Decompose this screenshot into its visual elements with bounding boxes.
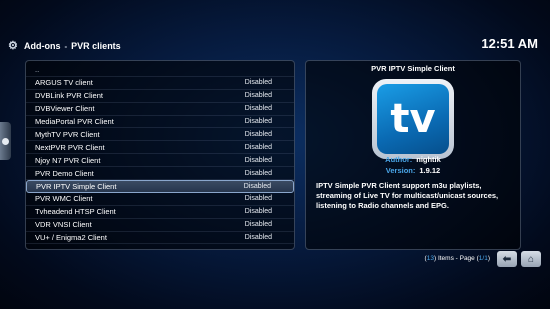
addon-name: VDR VNSI Client (35, 220, 92, 230)
addon-detail-panel: PVR IPTV Simple Client tv Author: nighti… (305, 60, 521, 250)
addon-list-item[interactable]: PVR Demo Client Disabled (26, 167, 294, 181)
addon-name: MediaPortal PVR Client (35, 117, 114, 126)
addon-name: DVBViewer Client (35, 104, 95, 114)
addon-description: IPTV Simple PVR Client support m3u playl… (316, 181, 499, 210)
addon-name: Tvheadend HTSP Client (35, 207, 116, 217)
addon-list-item[interactable]: ARGUS TV client Disabled (26, 77, 294, 90)
addon-status: Disabled (244, 169, 272, 177)
addon-name: ARGUS TV client (35, 78, 93, 88)
addon-status: Disabled (243, 182, 271, 190)
addon-name: PVR WMC Client (35, 194, 93, 204)
version-line: Version: 1.9.12 (306, 166, 520, 177)
items-page-label: Items - Page (437, 255, 475, 262)
addon-list: .. ARGUS TV client Disabled DVBLink PVR Cl… (25, 60, 295, 250)
addon-status: Disabled (244, 79, 272, 87)
addon-status: Disabled (244, 105, 272, 113)
item-count-number: 13 (426, 255, 434, 262)
addon-status: Disabled (244, 208, 272, 216)
home-icon: ⌂ (527, 253, 535, 265)
back-button[interactable]: ⬅ (497, 251, 517, 267)
tv-icon: tv (372, 79, 454, 159)
addon-list-item[interactable]: MediaPortal PVR Client Disabled (26, 116, 294, 129)
addon-status: Disabled (244, 234, 272, 242)
addon-status: Disabled (244, 92, 272, 100)
addon-list-item[interactable]: Tvheadend HTSP Client Disabled (26, 206, 294, 219)
addon-status: Disabled (244, 118, 272, 125)
addon-list-item[interactable]: DVBViewer Client Disabled (26, 103, 294, 116)
addon-list-item[interactable]: NextPVR PVR Client Disabled (26, 141, 294, 155)
addon-list-item[interactable]: VU+ / Enigma2 Client Disabled (26, 232, 294, 245)
addon-name: MythTV PVR Client (35, 129, 100, 139)
parent-folder-label: .. (35, 65, 40, 75)
addon-title: PVR IPTV Simple Client (371, 64, 455, 73)
menu-dot-icon (2, 137, 9, 145)
addon-status: Disabled (244, 195, 272, 203)
breadcrumb-page: PVR clients (71, 41, 121, 51)
addon-status: Disabled (244, 143, 272, 151)
tv-icon-face: tv (377, 84, 449, 154)
version-value: 1.9.12 (419, 166, 441, 175)
breadcrumb-section[interactable]: Add-ons (24, 41, 61, 51)
addon-status: Disabled (244, 130, 272, 138)
clock: 12:51 AM (481, 36, 538, 51)
addon-list-item[interactable]: PVR IPTV Simple Client Disabled (26, 180, 294, 193)
addon-name: PVR Demo Client (35, 168, 94, 178)
addon-name: DVBLink PVR Client (35, 91, 103, 101)
back-arrow-icon: ⬅ (502, 253, 512, 265)
addon-name: VU+ / Enigma2 Client (35, 233, 107, 243)
addon-list-item[interactable]: Njoy N7 PVR Client Disabled (26, 154, 294, 168)
parent-folder-item[interactable]: .. (26, 64, 294, 77)
addon-name: Njoy N7 PVR Client (35, 155, 101, 165)
item-count: (13) Items - Page (1/1) (424, 255, 490, 262)
addon-name: PVR IPTV Simple Client (36, 181, 117, 191)
addon-meta: Author: nightik Version: 1.9.12 (306, 155, 520, 177)
addon-name: NextPVR PVR Client (35, 142, 105, 152)
addon-status: Disabled (244, 156, 272, 164)
author-value: nightik (416, 155, 441, 164)
addon-status: Disabled (244, 221, 272, 229)
top-bar: ⚙ Add-ons - PVR clients 12:51 AM (0, 0, 550, 60)
gear-icon: ⚙ (8, 40, 18, 52)
breadcrumb-separator: - (64, 41, 68, 51)
author-label: Author: (385, 155, 413, 164)
addon-list-item[interactable]: DVBLink PVR Client Disabled (26, 90, 294, 103)
author-line: Author: nightik (306, 155, 520, 166)
addon-list-item[interactable]: VDR VNSI Client Disabled (26, 219, 294, 232)
home-button[interactable]: ⌂ (521, 251, 541, 267)
addon-list-item[interactable]: PVR WMC Client Disabled (26, 193, 294, 206)
breadcrumb: ⚙ Add-ons - PVR clients (8, 38, 121, 54)
addon-list-item[interactable]: MythTV PVR Client Disabled (26, 128, 294, 142)
version-label: Version: (385, 166, 416, 175)
page-number: 1/1 (478, 255, 488, 262)
side-menu-tab[interactable] (0, 122, 11, 160)
